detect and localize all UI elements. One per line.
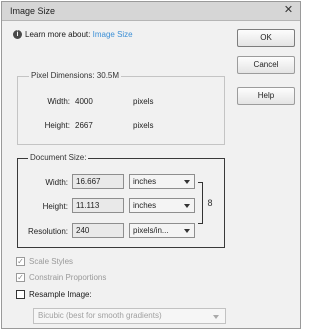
dialog-title: Image Size xyxy=(10,6,56,16)
doc-width-label: Width: xyxy=(45,178,68,187)
pixel-height-value: 2667 xyxy=(75,121,93,130)
chain-link-icon: 8 xyxy=(207,198,213,208)
pixel-width-unit: pixels xyxy=(133,97,154,106)
pixel-height-unit: pixels xyxy=(133,121,154,130)
doc-height-input[interactable]: 11.113 xyxy=(72,198,124,213)
title-bar[interactable]: Image Size ✕ xyxy=(2,2,300,21)
help-button[interactable]: Help xyxy=(237,87,295,105)
pixel-dimensions-label: Pixel Dimensions: 30.5M xyxy=(29,71,122,80)
learn-more: Learn more about: Image Size xyxy=(25,30,133,39)
constrain-bracket xyxy=(198,182,203,224)
resolution-unit-select[interactable]: pixels/in... xyxy=(129,223,195,238)
document-size-label: Document Size: xyxy=(28,153,89,162)
pixel-width-label: Width: xyxy=(47,97,70,106)
scale-styles-checkbox[interactable]: ✓ xyxy=(16,257,25,266)
image-size-dialog: Image Size ✕ i Learn more about: Image S… xyxy=(1,1,301,329)
learn-more-link[interactable]: Image Size xyxy=(93,30,133,39)
doc-height-unit: inches xyxy=(133,201,157,210)
pixel-dimensions-group xyxy=(17,76,225,145)
pixel-height-label: Height: xyxy=(44,121,70,130)
resample-image-checkbox[interactable] xyxy=(16,290,25,299)
scale-styles-label: Scale Styles xyxy=(29,257,74,266)
constrain-proportions-checkbox[interactable]: ✓ xyxy=(16,273,25,282)
chevron-down-icon xyxy=(184,229,190,233)
chevron-down-icon xyxy=(184,204,190,208)
resolution-label: Resolution: xyxy=(27,227,68,236)
info-icon: i xyxy=(13,30,22,39)
resample-method-value: Bicubic (best for smooth gradients) xyxy=(38,311,162,320)
resample-method-select[interactable]: Bicubic (best for smooth gradients) xyxy=(33,308,226,324)
resolution-unit: pixels/in... xyxy=(133,226,169,235)
ok-button[interactable]: OK xyxy=(237,29,295,47)
pixel-width-value: 4000 xyxy=(75,97,93,106)
cancel-button[interactable]: Cancel xyxy=(237,56,295,74)
resolution-input[interactable]: 240 xyxy=(72,223,124,238)
close-icon[interactable]: ✕ xyxy=(282,4,295,17)
doc-height-label: Height: xyxy=(42,202,68,211)
doc-height-unit-select[interactable]: inches xyxy=(129,198,195,213)
learn-more-label: Learn more about: xyxy=(25,30,91,39)
doc-width-input[interactable]: 16.667 xyxy=(72,174,124,189)
doc-width-unit-select[interactable]: inches xyxy=(129,174,195,189)
doc-width-unit: inches xyxy=(133,177,157,186)
resample-image-label: Resample Image: xyxy=(29,290,92,299)
chevron-down-icon xyxy=(213,315,219,319)
constrain-proportions-label: Constrain Proportions xyxy=(29,273,107,282)
chevron-down-icon xyxy=(184,180,190,184)
